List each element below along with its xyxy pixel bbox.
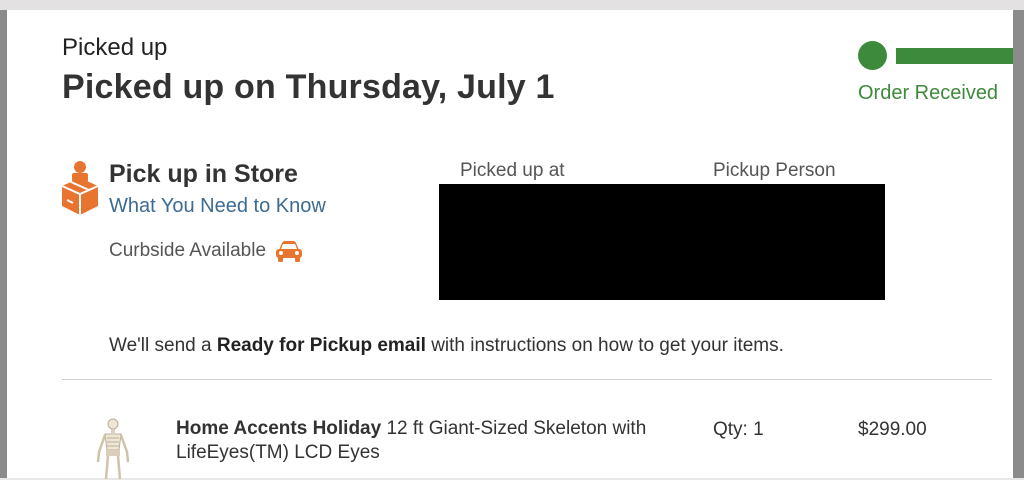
redacted-pickup-details <box>439 184 885 300</box>
section-divider <box>62 379 992 380</box>
order-card: Picked up Picked up on Thursday, July 1 … <box>7 10 1013 480</box>
product-price: $299.00 <box>858 419 927 440</box>
tracker-progress-bar <box>896 48 1013 64</box>
curbside-info: Curbside Available <box>109 239 304 263</box>
order-status-label: Picked up <box>62 34 168 61</box>
pickup-person-label: Pickup Person <box>713 160 836 181</box>
left-edge <box>0 10 7 478</box>
store-pickup-icon <box>61 161 99 215</box>
pickup-notice: We'll send a Ready for Pickup email with… <box>109 335 784 357</box>
order-status-title: Picked up on Thursday, July 1 <box>62 68 555 106</box>
tracker-step-label: Order Received <box>858 82 999 104</box>
picked-up-at-label: Picked up at <box>460 160 565 181</box>
product-name[interactable]: Home Accents Holiday 12 ft Giant-Sized S… <box>176 417 696 465</box>
car-icon <box>276 241 303 262</box>
skeleton-product-image[interactable] <box>93 418 133 480</box>
product-brand: Home Accents Holiday <box>176 418 382 439</box>
notice-text-after: with instructions on how to get your ite… <box>425 335 784 356</box>
curbside-label: Curbside Available <box>109 240 267 261</box>
pickup-method-title: Pick up in Store <box>109 160 298 188</box>
tracker-step-dot <box>858 41 887 70</box>
notice-bold-text: Ready for Pickup email <box>216 335 426 356</box>
what-you-need-to-know-link[interactable]: What You Need to Know <box>109 195 326 218</box>
top-edge <box>0 0 1024 10</box>
screen: Picked up Picked up on Thursday, July 1 … <box>0 0 1024 480</box>
notice-text-before: We'll send a <box>109 335 217 356</box>
right-edge <box>1013 10 1024 478</box>
product-quantity: Qty: 1 <box>713 419 764 440</box>
